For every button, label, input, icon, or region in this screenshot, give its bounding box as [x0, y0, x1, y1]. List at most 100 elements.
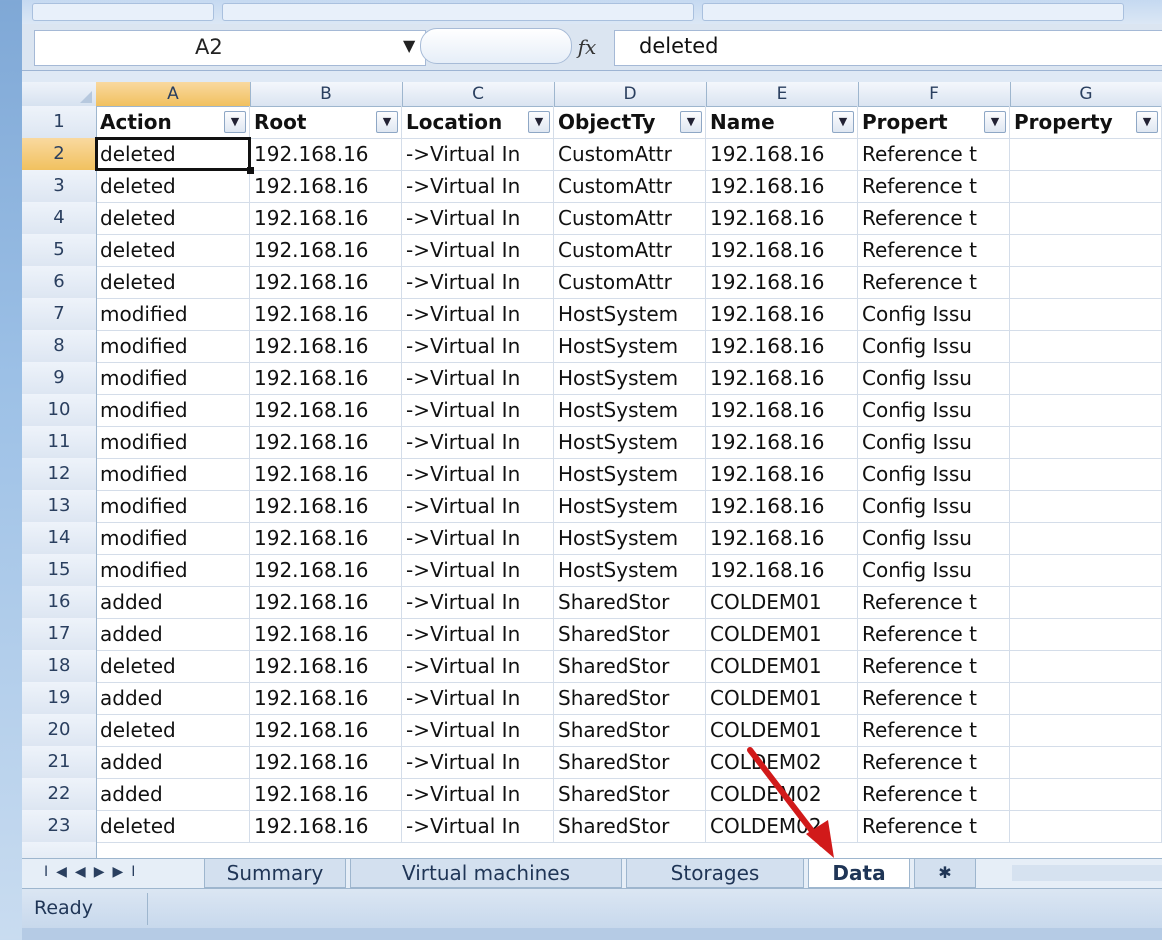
table-cell[interactable]: SharedStor	[554, 810, 706, 842]
table-cell[interactable]: Reference t	[858, 746, 1010, 778]
table-cell[interactable]: SharedStor	[554, 650, 706, 682]
table-cell[interactable]: 192.168.16	[706, 266, 858, 298]
table-cell[interactable]: 192.168.16	[706, 522, 858, 554]
table-cell[interactable]: CustomAttr	[554, 234, 706, 266]
filter-dropdown-icon[interactable]: ▼	[376, 111, 398, 133]
table-cell[interactable]: Reference t	[858, 170, 1010, 202]
row-header[interactable]	[22, 842, 97, 858]
column-header-g[interactable]: G	[1010, 82, 1162, 106]
table-cell[interactable]: ->Virtual In	[402, 266, 554, 298]
table-cell[interactable]: deleted	[96, 170, 250, 202]
row-header[interactable]: 13	[22, 490, 97, 522]
row-header[interactable]: 11	[22, 426, 97, 458]
table-cell[interactable]: 192.168.16	[250, 234, 402, 266]
formula-bar-expander[interactable]	[420, 28, 572, 64]
table-cell[interactable]: COLDEM02	[706, 746, 858, 778]
table-cell[interactable]: ->Virtual In	[402, 362, 554, 394]
table-cell[interactable]	[1010, 202, 1162, 234]
table-cell[interactable]: HostSystem	[554, 394, 706, 426]
column-header-d[interactable]: D	[554, 82, 707, 106]
column-header-f[interactable]: F	[858, 82, 1011, 106]
table-cell[interactable]	[1010, 618, 1162, 650]
table-cell[interactable]: added	[96, 618, 250, 650]
table-cell[interactable]: 192.168.16	[250, 810, 402, 842]
filter-dropdown-icon[interactable]: ▼	[984, 111, 1006, 133]
table-cell[interactable]	[1010, 330, 1162, 362]
table-cell[interactable]: Reference t	[858, 138, 1010, 170]
table-cell[interactable]	[1010, 234, 1162, 266]
row-header[interactable]: 21	[22, 746, 97, 778]
table-cell[interactable]: Reference t	[858, 202, 1010, 234]
first-sheet-icon[interactable]: I◀	[44, 864, 75, 880]
select-all-button[interactable]	[22, 82, 97, 106]
table-cell[interactable]: 192.168.16	[706, 298, 858, 330]
table-cell[interactable]: 192.168.16	[706, 330, 858, 362]
table-cell[interactable]: COLDEM02	[706, 810, 858, 842]
row-header[interactable]: 7	[22, 298, 97, 330]
formula-input[interactable]: deleted	[614, 30, 1162, 66]
horizontal-scrollbar[interactable]	[1012, 865, 1162, 881]
table-cell[interactable]: ->Virtual In	[402, 458, 554, 490]
tab-summary[interactable]: Summary	[204, 859, 346, 888]
row-header[interactable]: 18	[22, 650, 97, 682]
table-cell[interactable]: ->Virtual In	[402, 298, 554, 330]
table-cell[interactable]: ->Virtual In	[402, 522, 554, 554]
next-sheet-icon[interactable]: ▶	[94, 864, 113, 880]
table-cell[interactable]: 192.168.16	[706, 362, 858, 394]
table-cell[interactable]: COLDEM02	[706, 778, 858, 810]
tab-virtual-machines[interactable]: Virtual machines	[350, 859, 622, 888]
table-cell[interactable]: 192.168.16	[706, 458, 858, 490]
table-cell[interactable]: Config Issu	[858, 426, 1010, 458]
table-cell[interactable]: ->Virtual In	[402, 778, 554, 810]
table-cell[interactable]: 192.168.16	[250, 458, 402, 490]
table-cell[interactable]: deleted	[96, 234, 250, 266]
table-cell[interactable]: modified	[96, 298, 250, 330]
table-cell[interactable]	[1010, 586, 1162, 618]
table-cell[interactable]: Config Issu	[858, 298, 1010, 330]
table-cell[interactable]: Reference t	[858, 586, 1010, 618]
table-cell[interactable]: ->Virtual In	[402, 330, 554, 362]
table-cell[interactable]: modified	[96, 362, 250, 394]
table-cell[interactable]: Config Issu	[858, 490, 1010, 522]
table-cell[interactable]	[1010, 394, 1162, 426]
table-cell[interactable]: modified	[96, 490, 250, 522]
prev-sheet-icon[interactable]: ◀	[75, 864, 94, 880]
row-header[interactable]: 5	[22, 234, 97, 266]
table-cell[interactable]: added	[96, 746, 250, 778]
table-cell[interactable]: deleted	[96, 138, 250, 170]
table-cell[interactable]: HostSystem	[554, 362, 706, 394]
table-cell[interactable]: 192.168.16	[250, 586, 402, 618]
table-cell[interactable]	[1010, 746, 1162, 778]
table-cell[interactable]: Reference t	[858, 714, 1010, 746]
tab-storages[interactable]: Storages	[626, 859, 804, 888]
table-cell[interactable]	[1010, 298, 1162, 330]
table-cell[interactable]: 192.168.16	[250, 554, 402, 586]
table-cell[interactable]	[1010, 682, 1162, 714]
filter-dropdown-icon[interactable]: ▼	[832, 111, 854, 133]
filter-dropdown-icon[interactable]: ▼	[528, 111, 550, 133]
table-cell[interactable]: COLDEM01	[706, 682, 858, 714]
table-cell[interactable]: SharedStor	[554, 618, 706, 650]
table-cell[interactable]	[1010, 778, 1162, 810]
table-cell[interactable]: COLDEM01	[706, 618, 858, 650]
row-header[interactable]: 6	[22, 266, 97, 298]
table-cell[interactable]: ->Virtual In	[402, 746, 554, 778]
table-cell[interactable]: ->Virtual In	[402, 426, 554, 458]
table-cell[interactable]	[1010, 650, 1162, 682]
table-cell[interactable]: 192.168.16	[706, 426, 858, 458]
row-header[interactable]: 4	[22, 202, 97, 234]
table-cell[interactable]: ->Virtual In	[402, 682, 554, 714]
table-cell[interactable]: Config Issu	[858, 458, 1010, 490]
row-header[interactable]: 14	[22, 522, 97, 554]
table-cell[interactable]: modified	[96, 458, 250, 490]
table-cell[interactable]: ->Virtual In	[402, 394, 554, 426]
table-cell[interactable]: Config Issu	[858, 394, 1010, 426]
table-cell[interactable]: SharedStor	[554, 714, 706, 746]
row-header[interactable]: 22	[22, 778, 97, 810]
table-cell[interactable]: Reference t	[858, 650, 1010, 682]
table-cell[interactable]	[1010, 714, 1162, 746]
table-cell[interactable]: COLDEM01	[706, 586, 858, 618]
table-cell[interactable]: 192.168.16	[250, 746, 402, 778]
table-cell[interactable]: Reference t	[858, 618, 1010, 650]
table-cell[interactable]: ->Virtual In	[402, 234, 554, 266]
